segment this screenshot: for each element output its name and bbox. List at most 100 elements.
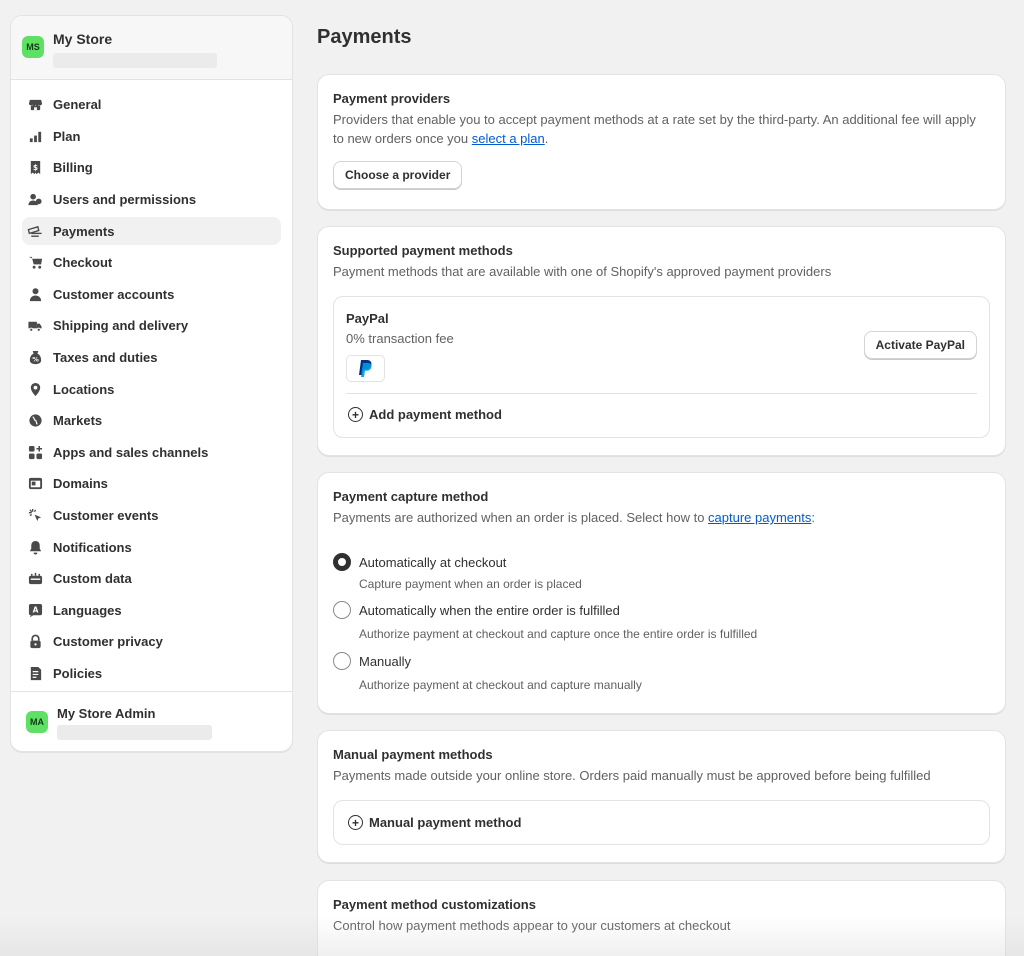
cursor-click-icon	[27, 508, 43, 524]
card-description: Control how payment methods appear to yo…	[333, 918, 731, 933]
card-title: Manual payment methods	[333, 747, 493, 762]
sidebar-item-label: Custom data	[53, 571, 132, 587]
settings-nav: General Plan $ Billing Users and permiss…	[11, 89, 292, 689]
sidebar-item-customer-accounts[interactable]: Customer accounts	[11, 279, 292, 311]
sidebar-item-label: Users and permissions	[53, 192, 197, 208]
svg-text:%: %	[32, 355, 39, 363]
sidebar-item-users[interactable]: Users and permissions	[11, 184, 292, 216]
radio-button[interactable]	[333, 553, 351, 571]
card-title: Payment capture method	[333, 489, 489, 504]
svg-text:A: A	[32, 605, 38, 614]
sidebar-item-billing[interactable]: $ Billing	[11, 152, 292, 184]
store-icon	[27, 97, 43, 113]
add-payment-method-label: Add payment method	[369, 407, 502, 422]
desc-text: :	[811, 510, 816, 525]
sidebar-item-label: Customer privacy	[53, 634, 163, 650]
desc-text: Providers that enable you to accept paym…	[333, 112, 976, 146]
sidebar-item-languages[interactable]: A Languages	[11, 595, 292, 627]
radio-button[interactable]	[333, 601, 351, 619]
bell-icon	[27, 539, 43, 555]
sidebar-item-label: Checkout	[53, 255, 113, 271]
sidebar-item-plan[interactable]: Plan	[11, 121, 292, 153]
sidebar-item-label: Apps and sales channels	[53, 444, 209, 460]
sidebar-item-label: Locations	[53, 381, 115, 397]
person-icon	[27, 286, 43, 302]
svg-text:$: $	[32, 163, 37, 172]
divider	[346, 393, 977, 394]
capture-option-fulfilled[interactable]: Automatically when the entire order is f…	[333, 601, 620, 619]
sidebar-item-label: Plan	[53, 128, 81, 144]
store-header[interactable]: MS My Store	[11, 16, 292, 80]
paypal-name: PayPal	[346, 311, 389, 326]
select-plan-link[interactable]: select a plan	[472, 131, 545, 146]
domain-icon	[27, 476, 43, 492]
store-url-placeholder	[53, 53, 217, 68]
sidebar-item-checkout[interactable]: Checkout	[11, 247, 292, 279]
choose-provider-button[interactable]: Choose a provider	[333, 161, 463, 189]
sidebar-item-taxes[interactable]: % Taxes and duties	[11, 342, 292, 374]
sidebar-item-payments[interactable]: Payments	[11, 215, 292, 247]
store-name: My Store	[53, 31, 113, 47]
manual-method-box[interactable]: + Manual payment method	[333, 800, 990, 845]
sidebar-item-markets[interactable]: Markets	[11, 405, 292, 437]
user-avatar: MA	[26, 711, 48, 733]
radio-label: Automatically at checkout	[359, 554, 507, 570]
desc-text: .	[544, 131, 549, 146]
sidebar-item-label: Customer events	[53, 508, 159, 524]
sidebar-item-customer-privacy[interactable]: Customer privacy	[11, 626, 292, 658]
add-payment-method-button[interactable]: + Add payment method	[348, 407, 502, 422]
sidebar-item-apps[interactable]: Apps and sales channels	[11, 437, 292, 469]
globe-icon	[27, 413, 43, 429]
sidebar-item-custom-data[interactable]: Custom data	[11, 563, 292, 595]
manual-payment-methods-card: Manual payment methods Payments made out…	[317, 730, 1006, 863]
sidebar-item-label: Markets	[53, 413, 103, 429]
sidebar-item-label: Taxes and duties	[53, 350, 158, 366]
capture-option-checkout[interactable]: Automatically at checkout	[333, 553, 506, 571]
sidebar-item-notifications[interactable]: Notifications	[11, 531, 292, 563]
payments-icon	[27, 223, 43, 239]
capture-option-manual[interactable]: Manually	[333, 652, 411, 670]
paypal-fee: 0% transaction fee	[346, 331, 454, 346]
plus-circle-icon: +	[348, 407, 363, 422]
paypal-logo-icon	[346, 355, 385, 382]
activate-paypal-button[interactable]: Activate PayPal	[863, 331, 977, 359]
tax-icon: %	[27, 350, 43, 366]
sidebar-item-customer-events[interactable]: Customer events	[11, 500, 292, 532]
language-icon: A	[27, 602, 43, 618]
manual-payment-method-label: Manual payment method	[369, 815, 522, 830]
sidebar-item-label: Billing	[53, 160, 93, 176]
radio-button[interactable]	[333, 652, 351, 670]
account-footer[interactable]: MA My Store Admin	[11, 691, 292, 751]
card-description: Providers that enable you to accept paym…	[333, 110, 990, 148]
payment-customizations-card: Payment method customizations Control ho…	[317, 880, 1006, 956]
sidebar-item-locations[interactable]: Locations	[11, 373, 292, 405]
database-icon	[27, 571, 43, 587]
users-icon	[27, 192, 43, 208]
receipt-icon: $	[27, 160, 43, 176]
truck-icon	[27, 318, 43, 334]
card-description: Payments made outside your online store.…	[333, 768, 931, 783]
page-title: Payments	[317, 26, 412, 48]
sidebar-item-label: Policies	[53, 665, 103, 681]
account-name: My Store Admin	[57, 706, 156, 721]
sidebar-item-general[interactable]: General	[11, 89, 292, 121]
policy-icon	[27, 665, 43, 681]
add-manual-payment-method-button[interactable]: + Manual payment method	[348, 815, 521, 830]
sidebar-item-domains[interactable]: Domains	[11, 468, 292, 500]
payment-capture-card: Payment capture method Payments are auth…	[317, 472, 1006, 714]
sidebar-item-shipping[interactable]: Shipping and delivery	[11, 310, 292, 342]
card-description: Payments are authorized when an order is…	[333, 508, 990, 527]
card-title: Payment providers	[333, 91, 451, 106]
radio-help-text: Authorize payment at checkout and captur…	[359, 627, 758, 641]
capture-payments-link[interactable]: capture payments	[708, 510, 811, 525]
card-title: Payment method customizations	[333, 897, 536, 912]
sidebar-item-policies[interactable]: Policies	[11, 658, 292, 690]
card-title: Supported payment methods	[333, 243, 513, 258]
payment-providers-card: Payment providers Providers that enable …	[317, 74, 1006, 210]
sidebar-item-label: Domains	[53, 476, 108, 492]
sidebar-item-label: Notifications	[53, 539, 132, 555]
sidebar-item-label: Customer accounts	[53, 286, 175, 302]
account-email-placeholder	[57, 725, 212, 740]
sidebar-item-label: Payments	[53, 223, 115, 239]
paypal-method-box: PayPal 0% transaction fee Activate PayPa…	[333, 296, 990, 438]
